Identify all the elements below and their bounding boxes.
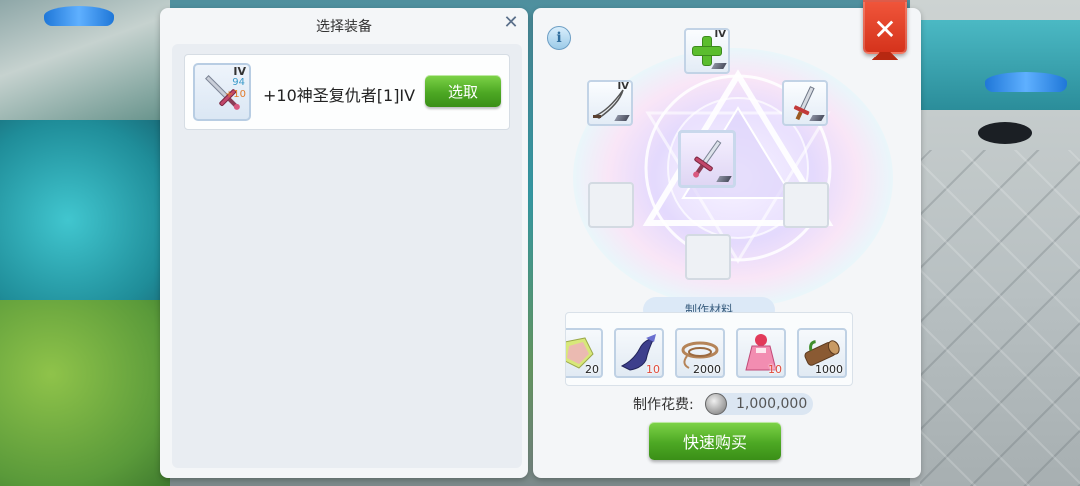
plus-icon bbox=[693, 37, 721, 65]
select-equipment-panel: 选择装备 ✕ IV 94 +10 +10神圣复仇者[1]IV 选取 bbox=[160, 8, 528, 478]
item-refine: +10 bbox=[224, 89, 246, 100]
material-item[interactable]: 20 bbox=[566, 328, 603, 378]
materials-list[interactable]: 20 10 2000 10 1000 bbox=[565, 312, 853, 386]
cost-value: 1,000,000 bbox=[736, 396, 808, 412]
equipment-list: IV 94 +10 +10神圣复仇者[1]IV 选取 bbox=[172, 44, 522, 468]
slot-dagger[interactable] bbox=[782, 80, 828, 126]
slot-tier: IV bbox=[714, 29, 726, 40]
slot-empty-right[interactable] bbox=[783, 182, 829, 228]
close-icon[interactable]: ✕ bbox=[863, 0, 907, 60]
material-quantity: 20 bbox=[585, 363, 599, 376]
zeny-coin-icon bbox=[705, 393, 727, 415]
slot-main-equipment[interactable] bbox=[678, 130, 736, 188]
material-item[interactable]: 10 bbox=[614, 328, 664, 378]
scene-umbrella bbox=[985, 72, 1067, 92]
slot-corner-marker bbox=[711, 63, 727, 69]
scene-canal bbox=[920, 20, 1080, 110]
material-quantity: 10 bbox=[646, 363, 660, 376]
info-icon[interactable]: i bbox=[547, 26, 571, 50]
scene-grass bbox=[0, 300, 170, 486]
item-level: 94 bbox=[232, 77, 245, 88]
material-item[interactable]: 2000 bbox=[675, 328, 725, 378]
material-quantity: 2000 bbox=[693, 363, 721, 376]
quick-buy-button[interactable]: 快速购买 bbox=[649, 422, 781, 460]
list-item[interactable]: IV 94 +10 +10神圣复仇者[1]IV 选取 bbox=[184, 54, 510, 130]
select-button[interactable]: 选取 bbox=[425, 75, 501, 107]
slot-curved-blade[interactable]: IV bbox=[587, 80, 633, 126]
slot-empty-left[interactable] bbox=[588, 182, 634, 228]
crafting-panel: i IV IV 制作材料 20 10 2000 10 1000 制作花费: 1,… bbox=[533, 8, 921, 478]
slot-empty-bottom[interactable] bbox=[685, 234, 731, 280]
panel-title: 选择装备 bbox=[316, 19, 372, 35]
material-quantity: 10 bbox=[768, 363, 782, 376]
material-item[interactable]: 10 bbox=[736, 328, 786, 378]
scene-water-pool bbox=[0, 120, 170, 320]
slot-add-material[interactable]: IV bbox=[684, 28, 730, 74]
cost-label: 制作花费: bbox=[633, 397, 694, 413]
scene-umbrella bbox=[44, 6, 114, 26]
holy-avenger-sword-icon: IV 94 +10 bbox=[193, 63, 251, 121]
material-item[interactable]: 1000 bbox=[797, 328, 847, 378]
item-name: +10神圣复仇者[1]IV bbox=[263, 86, 416, 105]
slot-tier: IV bbox=[617, 81, 629, 92]
scene-table bbox=[978, 122, 1032, 144]
material-quantity: 1000 bbox=[815, 363, 843, 376]
close-icon[interactable]: ✕ bbox=[502, 14, 520, 32]
scene-tiled-floor bbox=[920, 150, 1080, 486]
